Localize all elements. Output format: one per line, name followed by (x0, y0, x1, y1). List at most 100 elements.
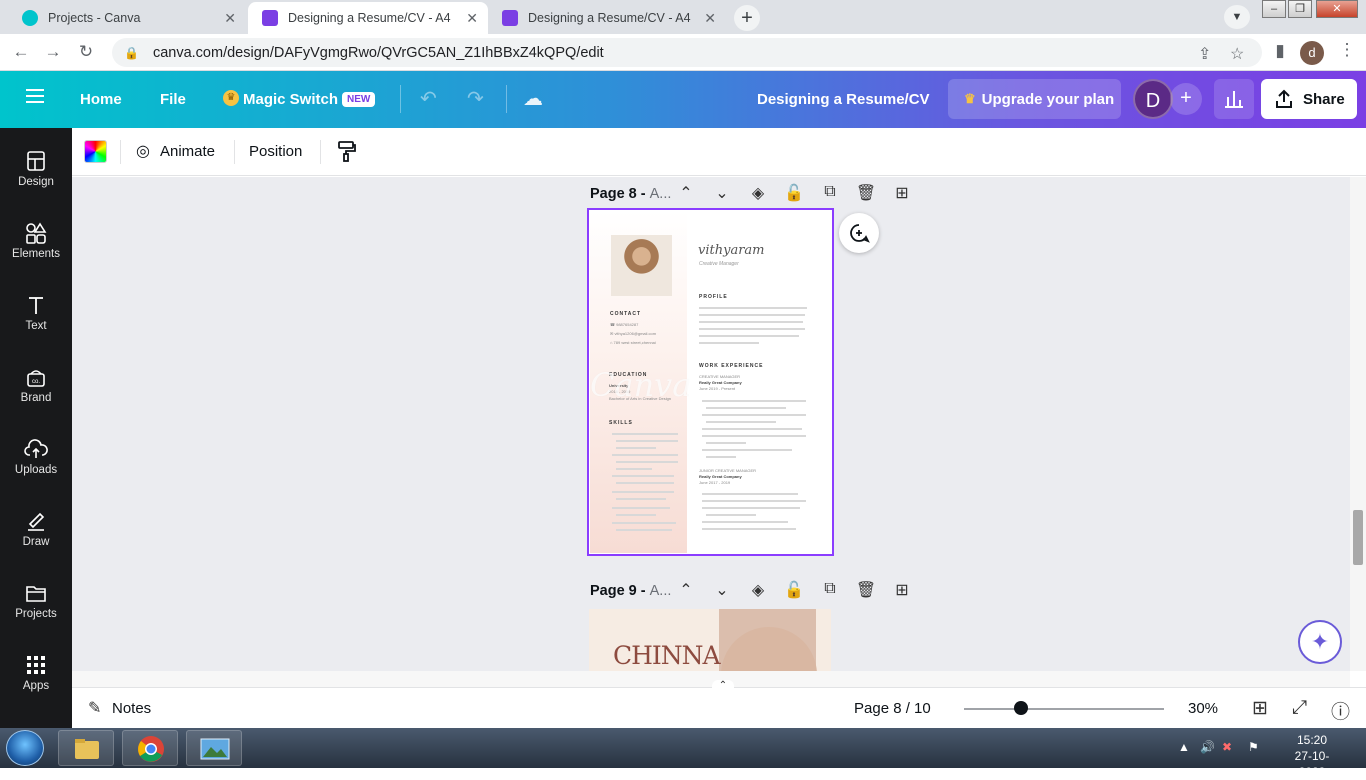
file-menu-button[interactable]: File (160, 91, 186, 108)
sidebar-item-brand[interactable]: co. Brand (0, 362, 72, 404)
insights-button[interactable] (1214, 79, 1254, 119)
sidebar-item-draw[interactable]: Draw (0, 506, 72, 548)
page-9-preview[interactable]: CHINNA (589, 609, 831, 671)
back-arrow-icon[interactable]: ← (10, 42, 32, 62)
page-9-header: Page 9 - A... ⌃ ⌄ ◈ 🔓 ⧉ 🗑 ⊞ (590, 576, 930, 606)
picture-viewer-taskbar-icon[interactable] (186, 730, 242, 766)
hide-page-eye-icon[interactable]: ◈ (747, 183, 769, 203)
vertical-scrollbar[interactable] (1350, 177, 1366, 671)
zoom-slider[interactable] (964, 708, 1164, 710)
page-9-label[interactable]: Page 9 - A... (590, 583, 671, 599)
bookmark-star-icon[interactable]: ☆ (1230, 44, 1244, 64)
zoom-percentage-button[interactable]: 30% (1188, 700, 1218, 717)
hamburger-menu-icon[interactable] (26, 89, 44, 103)
action-center-flag-icon[interactable]: ⚑ (1248, 740, 1259, 754)
magic-assistant-sparkle-icon[interactable]: ✦ (1298, 620, 1342, 664)
browser-tab-design[interactable]: Designing a Resume/CV - A4 ✕ (488, 2, 726, 34)
windows-start-button[interactable] (6, 730, 44, 766)
move-page-up-icon[interactable]: ⌃ (675, 580, 697, 600)
add-page-icon[interactable]: ⊞ (891, 580, 913, 600)
animate-icon[interactable]: ◎ (136, 141, 150, 161)
undo-icon[interactable]: ↶ (420, 86, 437, 111)
copy-style-paint-roller-icon[interactable] (337, 140, 357, 166)
resume-profile-photo[interactable] (611, 235, 672, 296)
page-8-label[interactable]: Page 8 - A... (590, 186, 671, 202)
chrome-taskbar-icon[interactable] (122, 730, 178, 766)
sidebar-item-text[interactable]: Text (0, 290, 72, 332)
zoom-slider-handle[interactable] (1014, 701, 1028, 715)
chrome-profile-avatar[interactable]: d (1300, 41, 1324, 65)
close-window-button[interactable]: ✕ (1316, 0, 1358, 18)
duplicate-page-icon[interactable]: ⧉ (819, 580, 841, 598)
canva-design-favicon-icon (262, 10, 278, 26)
url-omnibox[interactable]: 🔒 canva.com/design/DAFyVgmgRwo/QVrGC5AN_… (112, 38, 1262, 67)
maximize-window-button[interactable]: ❐ (1288, 0, 1312, 18)
page-8-resume[interactable]: CONTACT ☎ 9887654287 ✉ vithya1206@gmail.… (587, 208, 834, 556)
collapse-pages-chevron-icon[interactable]: ⌃ (712, 680, 734, 692)
crown-icon: ♛ (223, 90, 239, 106)
delete-page-trash-icon[interactable]: 🗑 (855, 580, 877, 600)
design-canvas[interactable]: Page 8 - A... ⌃ ⌄ ◈ 🔓 ⧉ 🗑 ⊞ CONTACT ☎ 98… (72, 177, 1350, 671)
redo-icon[interactable]: ↷ (467, 86, 484, 111)
lock-page-icon[interactable]: 🔓 (783, 580, 805, 600)
tab-search-chevron-icon[interactable]: ▼ (1224, 5, 1250, 29)
close-tab-icon[interactable]: ✕ (466, 10, 478, 27)
grid-view-icon[interactable]: ⊞ (1252, 697, 1268, 720)
reload-icon[interactable]: ↻ (75, 42, 97, 62)
duplicate-page-icon[interactable]: ⧉ (819, 183, 841, 201)
help-question-icon[interactable]: ⓘ (1331, 697, 1350, 724)
browser-tab-design-active[interactable]: Designing a Resume/CV - A4 ✕ (248, 2, 488, 34)
share-button[interactable]: Share (1261, 79, 1357, 119)
volume-icon[interactable]: 🔊 (1200, 740, 1215, 754)
delete-page-trash-icon[interactable]: 🗑 (855, 183, 877, 203)
cloud-saved-icon[interactable]: ☁ (523, 86, 543, 111)
job-line (702, 500, 806, 502)
side-panel-icon[interactable]: ▮ (1269, 41, 1291, 61)
animate-button[interactable]: Animate (160, 143, 215, 160)
user-avatar[interactable]: D (1133, 79, 1173, 119)
move-page-down-icon[interactable]: ⌄ (711, 580, 733, 600)
horizontal-scrollbar[interactable] (72, 671, 1350, 687)
job-line (702, 528, 796, 530)
forward-arrow-icon[interactable]: → (42, 42, 64, 62)
magic-switch-button[interactable]: Magic Switch (243, 91, 338, 108)
home-button[interactable]: Home (80, 91, 122, 108)
close-tab-icon[interactable]: ✕ (704, 10, 716, 27)
chrome-menu-icon[interactable]: ⋮ (1336, 40, 1358, 60)
browser-tab-projects[interactable]: Projects - Canva ✕ (8, 2, 246, 34)
add-page-icon[interactable]: ⊞ (891, 183, 913, 203)
sidebar-item-apps[interactable]: Apps (0, 650, 72, 692)
move-page-down-icon[interactable]: ⌄ (711, 183, 733, 203)
notes-button[interactable]: Notes (112, 700, 151, 717)
sidebar-item-label: Apps (22, 680, 50, 692)
page-count-button[interactable]: Page 8 / 10 (854, 700, 931, 717)
add-collaborator-plus-icon[interactable]: + (1170, 83, 1202, 115)
sidebar-item-design[interactable]: Design (0, 146, 72, 188)
close-tab-icon[interactable]: ✕ (224, 10, 236, 27)
lock-page-icon[interactable]: 🔓 (783, 183, 805, 203)
share-page-icon[interactable]: ⇪ (1198, 44, 1211, 64)
file-explorer-taskbar-icon[interactable] (58, 730, 114, 766)
position-button[interactable]: Position (249, 143, 302, 160)
system-clock[interactable]: 15:20 27-10-2023 (1282, 732, 1342, 780)
hide-page-eye-icon[interactable]: ◈ (747, 580, 769, 600)
resume-name: vithyaram (698, 243, 765, 258)
move-page-up-icon[interactable]: ⌃ (675, 183, 697, 203)
upgrade-plan-button[interactable]: ♛ Upgrade your plan (948, 79, 1121, 119)
minimize-window-button[interactable]: – (1262, 0, 1286, 18)
fullscreen-expand-icon[interactable]: ⤢ (1292, 697, 1307, 719)
url-text[interactable]: canva.com/design/DAFyVgmgRwo/QVrGC5AN_Z1… (153, 45, 604, 61)
show-hidden-icons-icon[interactable]: ▲ (1178, 740, 1190, 754)
design-title[interactable]: Designing a Resume/CV (757, 91, 930, 108)
profile-heading: PROFILE (699, 294, 728, 300)
notes-icon[interactable]: ✎ (88, 698, 101, 718)
vertical-scrollbar-thumb[interactable] (1353, 510, 1363, 565)
add-comment-icon[interactable] (839, 213, 879, 253)
sidebar-item-projects[interactable]: Projects (0, 578, 72, 620)
sidebar-item-uploads[interactable]: Uploads (0, 434, 72, 476)
new-tab-button[interactable]: + (734, 5, 760, 31)
sidebar-item-elements[interactable]: Elements (0, 218, 72, 260)
network-disconnected-icon[interactable]: ✖ (1222, 740, 1232, 754)
color-picker-button[interactable] (84, 140, 107, 163)
sidebar-item-label: Draw (22, 536, 50, 548)
